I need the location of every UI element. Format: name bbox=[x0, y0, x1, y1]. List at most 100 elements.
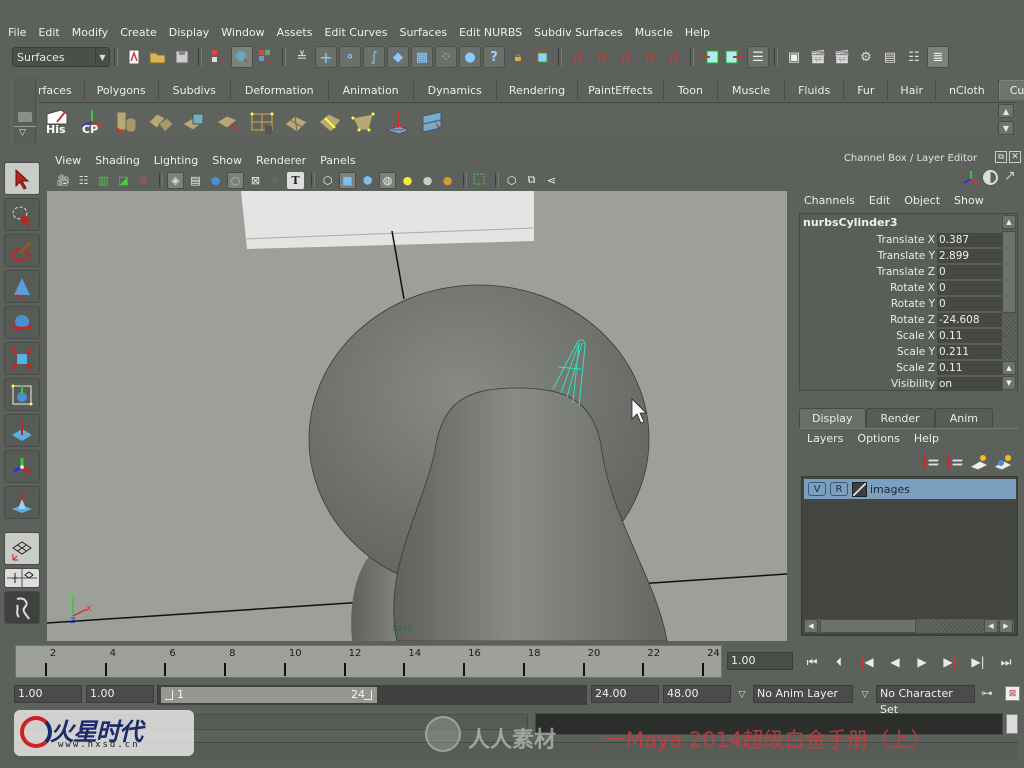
resolution-gate-icon[interactable]: ● bbox=[207, 172, 224, 189]
shelf-tab-rendering[interactable]: Rendering bbox=[497, 80, 579, 100]
scroll-thumb[interactable] bbox=[820, 619, 916, 633]
time-slider[interactable]: 2 4 6 8 10 12 14 16 18 20 22 24 bbox=[15, 645, 722, 678]
attribute-editor-icon[interactable]: ☷ bbox=[903, 46, 925, 68]
start-time-field[interactable]: 1.00 bbox=[14, 685, 82, 703]
channel-row[interactable]: Rotate Z -24.608 bbox=[800, 312, 1003, 328]
scroll-left-icon[interactable]: ◀ bbox=[804, 619, 818, 633]
snap-grid-icon[interactable]: + bbox=[315, 46, 337, 68]
channel-row[interactable]: Visibility on bbox=[800, 376, 1003, 392]
channel-value[interactable]: 0 bbox=[937, 264, 1003, 280]
paint-select-tool-icon[interactable] bbox=[4, 234, 40, 267]
channel-row[interactable]: Translate Z0 bbox=[800, 264, 1003, 280]
save-scene-icon[interactable] bbox=[171, 46, 193, 68]
viewport-menu-show[interactable]: Show bbox=[212, 154, 242, 167]
script-editor-icon[interactable] bbox=[1006, 714, 1018, 734]
film-gate-icon[interactable]: ▤ bbox=[187, 172, 204, 189]
chevron-down-icon[interactable]: ▽ bbox=[858, 688, 872, 702]
textured-icon[interactable]: ◍ bbox=[379, 171, 396, 189]
current-frame-field[interactable]: 1.00 bbox=[727, 652, 793, 670]
ipr-render-icon[interactable]: 🎬︎ bbox=[831, 46, 853, 68]
history-icon[interactable]: ☰ bbox=[747, 46, 769, 68]
range-slider-bar[interactable]: 1 24 bbox=[161, 687, 377, 703]
playback-end-field[interactable]: 24.00 bbox=[591, 685, 659, 703]
menu-set-dropdown[interactable]: Surfaces ▼ bbox=[12, 47, 110, 67]
output-ops-icon[interactable] bbox=[723, 46, 745, 68]
selected-object-name[interactable]: nurbsCylinder3 bbox=[803, 216, 898, 229]
magnet-grid-icon[interactable]: ∩ bbox=[567, 46, 589, 68]
step-back-frame-icon[interactable]: | ◀ bbox=[856, 653, 878, 671]
all-lights-icon[interactable]: ● bbox=[419, 172, 436, 189]
shelf-tab-toggle[interactable] bbox=[18, 112, 32, 122]
scroll-thumb[interactable] bbox=[1002, 231, 1016, 313]
rebuild-surface-icon[interactable] bbox=[282, 107, 310, 137]
scroll-up-icon[interactable]: ▲ bbox=[1002, 361, 1016, 375]
channel-row[interactable]: Rotate X0 bbox=[800, 280, 1003, 296]
rotate-tool-icon[interactable] bbox=[4, 306, 40, 339]
channel-box-scrollbar[interactable]: ▲ ▲ ▼ bbox=[1002, 215, 1016, 391]
channel-value[interactable]: 0 bbox=[937, 296, 1003, 312]
magnet-point-icon[interactable]: ∩ bbox=[615, 46, 637, 68]
character-set-dropdown[interactable]: No Character Set bbox=[876, 685, 975, 716]
scroll-left-icon[interactable]: ◀ bbox=[984, 619, 998, 633]
go-to-start-icon[interactable]: ⏮ bbox=[801, 653, 823, 671]
perspective-viewport[interactable]: y x z HXSD bbox=[47, 191, 787, 641]
step-forward-frame-icon[interactable]: ▶ | bbox=[939, 653, 961, 671]
four-view-layout-icon[interactable] bbox=[4, 568, 40, 588]
select-component-icon[interactable] bbox=[255, 46, 277, 68]
layer-list-h-scrollbar[interactable]: ◀ ◀ ▶ bbox=[804, 619, 1014, 633]
magnet-curve-icon[interactable]: ∩ bbox=[591, 46, 613, 68]
chevron-down-icon[interactable]: ▽ bbox=[735, 688, 749, 702]
history-icon[interactable]: His bbox=[44, 107, 72, 137]
shelf-tab-subdivs[interactable]: Subdivs bbox=[159, 80, 231, 100]
close-icon[interactable]: ✕ bbox=[1009, 151, 1021, 163]
step-back-key-icon[interactable]: ⏴︎ bbox=[828, 653, 850, 671]
layer-visibility-toggle[interactable]: V bbox=[808, 482, 826, 496]
bookmark-icon[interactable]: ▥ bbox=[95, 172, 112, 189]
channel-box-menu-edit[interactable]: Edit bbox=[869, 194, 890, 207]
lock-icon[interactable]: 🔒︎ bbox=[507, 46, 529, 68]
render-clapper-icon[interactable]: 🎬︎ bbox=[807, 46, 829, 68]
field-chart-icon[interactable]: ⊠ bbox=[247, 172, 264, 189]
scroll-up-icon[interactable]: ▲ bbox=[1002, 215, 1016, 229]
menu-edit[interactable]: Edit bbox=[38, 26, 59, 39]
channel-box-menu-object[interactable]: Object bbox=[904, 194, 940, 207]
tool-settings-mode-icon[interactable]: ↗ bbox=[1004, 168, 1016, 184]
range-slider[interactable]: 1 24 bbox=[157, 685, 587, 705]
menu-edit-curves[interactable]: Edit Curves bbox=[324, 26, 387, 39]
shelf-menu-chevron-icon[interactable]: ▽ bbox=[19, 128, 26, 138]
snap-points-cloud-icon[interactable]: ⁘ bbox=[435, 46, 457, 68]
revolve-icon[interactable] bbox=[112, 107, 140, 137]
sculpt-tool-icon[interactable] bbox=[384, 107, 412, 137]
channel-value[interactable]: 0.387 bbox=[937, 232, 1003, 248]
select-hierarchy-icon[interactable] bbox=[207, 46, 229, 68]
grid-icon[interactable]: ◈ bbox=[167, 171, 184, 189]
render-view-icon[interactable]: ▣ bbox=[783, 46, 805, 68]
maya-logo-icon[interactable] bbox=[4, 591, 40, 624]
shelf-tab-deformation[interactable]: Deformation bbox=[231, 80, 329, 100]
channel-value[interactable]: 0.11 bbox=[937, 328, 1003, 344]
snap-point-icon[interactable]: ∫ bbox=[363, 46, 385, 68]
menu-assets[interactable]: Assets bbox=[277, 26, 313, 39]
scroll-down-icon[interactable]: ▼ bbox=[1002, 376, 1016, 390]
new-scene-icon[interactable] bbox=[123, 46, 145, 68]
menu-window[interactable]: Window bbox=[221, 26, 264, 39]
smooth-shade-icon[interactable]: ■ bbox=[339, 171, 356, 189]
layer-menu-help[interactable]: Help bbox=[914, 432, 939, 445]
snap-curve-icon[interactable]: ⚬ bbox=[339, 46, 361, 68]
shelf-scroll-up-icon[interactable]: ▲ bbox=[998, 104, 1014, 118]
center-pivot-icon[interactable]: CP bbox=[78, 107, 106, 137]
camera-attributes-icon[interactable]: ☷ bbox=[75, 172, 92, 189]
lasso-tool-icon[interactable] bbox=[4, 198, 40, 231]
boundary-icon[interactable] bbox=[350, 107, 378, 137]
camera-select-icon[interactable]: 🎥︎ bbox=[55, 172, 72, 189]
menu-subdiv-surfaces[interactable]: Subdiv Surfaces bbox=[534, 26, 623, 39]
playback-start-field[interactable]: 1.00 bbox=[86, 685, 154, 703]
tab-display[interactable]: Display bbox=[799, 408, 866, 428]
channel-value[interactable]: 0.211 bbox=[937, 344, 1003, 360]
share-icon[interactable]: ⋖ bbox=[543, 172, 560, 189]
channel-row[interactable]: Scale Y 0.211 bbox=[800, 344, 1003, 360]
go-to-end-icon[interactable]: ⏭ bbox=[995, 653, 1017, 671]
default-light-icon[interactable]: ● bbox=[399, 172, 416, 189]
channel-value[interactable]: 0.11 bbox=[937, 360, 1003, 376]
shelf-scroll-down-icon[interactable]: ▼ bbox=[998, 121, 1014, 135]
